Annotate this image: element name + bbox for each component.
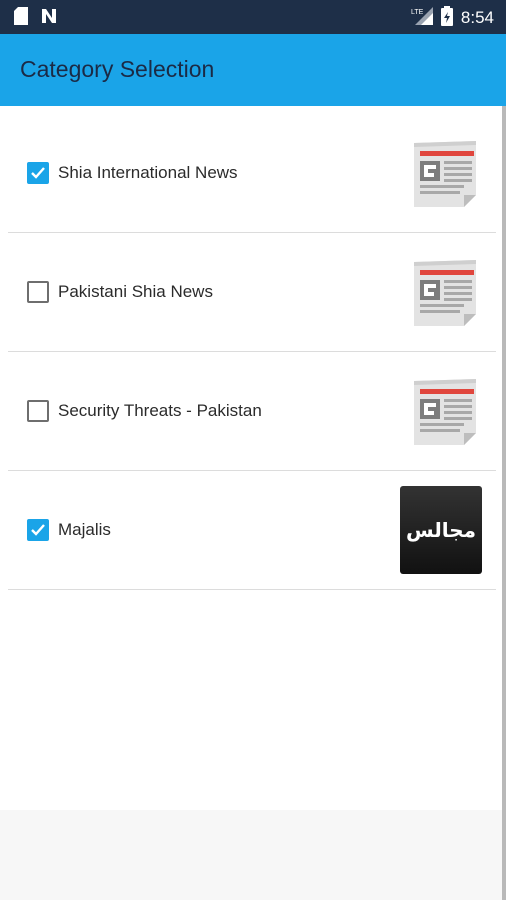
category-checkbox[interactable] — [27, 519, 49, 541]
right-edge — [502, 106, 506, 900]
category-row[interactable]: Shia International News — [8, 114, 496, 233]
svg-text:LTE: LTE — [411, 9, 424, 16]
sd-card-icon — [14, 6, 28, 30]
newspaper-icon — [406, 137, 482, 209]
status-time: 8:54 — [460, 8, 494, 27]
majalis-thumbnail-text: مجالس — [405, 518, 477, 542]
status-bar: LTE 8:54 — [0, 0, 506, 34]
bottom-area — [0, 810, 506, 900]
category-checkbox[interactable] — [27, 400, 49, 422]
category-row[interactable]: Security Threats - Pakistan — [8, 352, 496, 471]
category-label: Shia International News — [58, 163, 238, 182]
n-notification-icon — [40, 7, 58, 30]
category-label: Security Threats - Pakistan — [58, 401, 262, 420]
category-row[interactable]: Pakistani Shia News — [8, 233, 496, 352]
app-bar: Category Selection — [0, 34, 506, 106]
category-row[interactable]: Majalis مجالس — [8, 471, 496, 590]
category-checkbox[interactable] — [27, 162, 49, 184]
category-checkbox[interactable] — [27, 281, 49, 303]
check-icon — [31, 524, 45, 536]
battery-icon — [440, 5, 453, 31]
newspaper-icon — [406, 256, 482, 328]
lte-signal-icon: LTE — [411, 6, 433, 30]
page-title: Category Selection — [20, 56, 215, 82]
newspaper-icon — [406, 375, 482, 447]
category-label: Majalis — [58, 520, 111, 539]
majalis-thumbnail: مجالس — [400, 486, 482, 574]
check-icon — [31, 167, 45, 179]
category-label: Pakistani Shia News — [58, 282, 213, 301]
